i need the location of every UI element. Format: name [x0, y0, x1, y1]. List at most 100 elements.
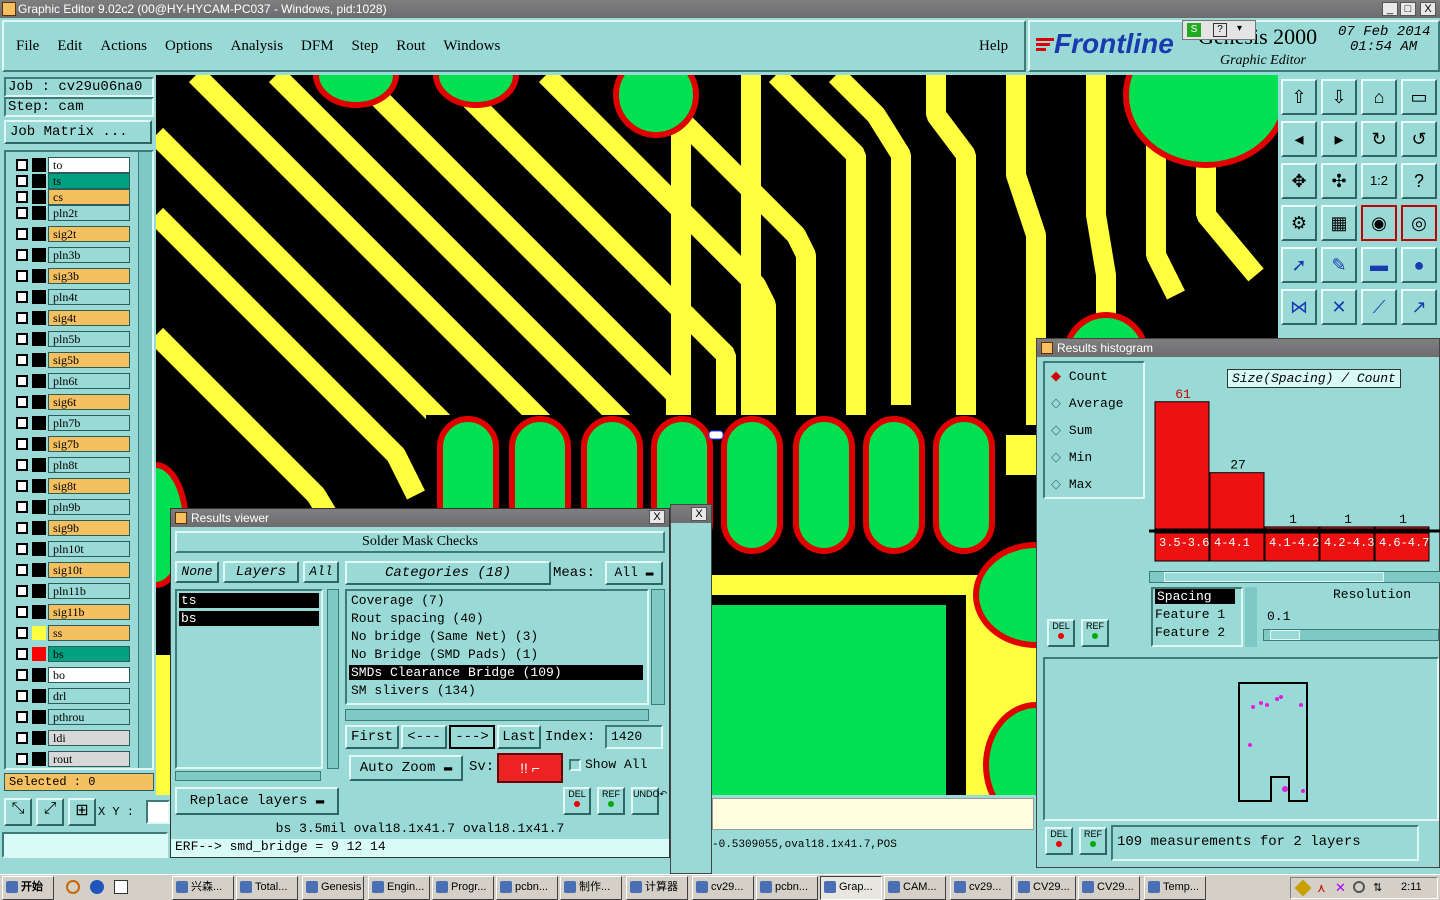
- histogram-ref-button[interactable]: REF: [1081, 619, 1109, 647]
- taskbar-item[interactable]: cv29...: [692, 876, 754, 900]
- category-item[interactable]: No bridge (Same Net) (3): [349, 629, 643, 644]
- results-ref-button[interactable]: REF: [597, 787, 625, 815]
- menu-dfm[interactable]: DFM: [301, 38, 334, 55]
- menu-help[interactable]: Help: [979, 38, 1008, 55]
- layer-row-drl[interactable]: drl: [12, 687, 130, 705]
- tray-icon-2[interactable]: ⋏: [1317, 881, 1326, 895]
- layer-checkbox[interactable]: [16, 522, 28, 534]
- layer-name[interactable]: sig3b: [48, 268, 130, 284]
- layer-name[interactable]: sig10t: [48, 562, 130, 578]
- snap-center-button[interactable]: ◉: [1361, 205, 1397, 241]
- layer-color-swatch[interactable]: [32, 227, 46, 241]
- layer-row-bo[interactable]: bo: [12, 666, 130, 684]
- category-item[interactable]: SMDs Clearance Bridge (109): [349, 665, 643, 680]
- layer-name[interactable]: pln11b: [48, 583, 130, 599]
- browser-icon[interactable]: [90, 880, 104, 894]
- layer-color-swatch[interactable]: [32, 353, 46, 367]
- layer-row-sig3b[interactable]: sig3b: [12, 267, 130, 285]
- layer-name[interactable]: bo: [48, 667, 130, 683]
- taskbar-item[interactable]: 兴森...: [172, 876, 234, 900]
- layer-color-swatch[interactable]: [32, 542, 46, 556]
- layer-checkbox[interactable]: [16, 175, 28, 187]
- layer-checkbox[interactable]: [16, 228, 28, 240]
- start-button[interactable]: 开始: [2, 876, 54, 900]
- layer-checkbox[interactable]: [16, 690, 28, 702]
- layer-row-pln3b[interactable]: pln3b: [12, 246, 130, 264]
- layer-row-sig8t[interactable]: sig8t: [12, 477, 130, 495]
- layer-checkbox[interactable]: [16, 711, 28, 723]
- layer-row-pln5b[interactable]: pln5b: [12, 330, 130, 348]
- layer-row-sig10t[interactable]: sig10t: [12, 561, 130, 579]
- layer-color-swatch[interactable]: [32, 174, 46, 188]
- layer-name[interactable]: pln8t: [48, 457, 130, 473]
- film-button[interactable]: ▬: [1361, 247, 1397, 283]
- layer-row-sig7b[interactable]: sig7b: [12, 435, 130, 453]
- taskbar-item[interactable]: Engin...: [368, 876, 430, 900]
- result-layer-ts[interactable]: ts: [179, 593, 319, 608]
- layer-name[interactable]: ldi: [48, 730, 130, 746]
- results-viewer-close[interactable]: X: [649, 510, 665, 524]
- category-item[interactable]: Rout spacing (40): [349, 611, 643, 626]
- fullscreen-button[interactable]: ▭: [1401, 79, 1437, 115]
- layer-checkbox[interactable]: [16, 191, 28, 203]
- layer-color-swatch[interactable]: [32, 731, 46, 745]
- layer-checkbox[interactable]: [16, 501, 28, 513]
- mode-sum[interactable]: ◇ Sum: [1051, 423, 1092, 438]
- layer-name[interactable]: pln5b: [48, 331, 130, 347]
- scale-1-2-button[interactable]: 1:2: [1361, 163, 1397, 199]
- layer-color-swatch[interactable]: [32, 584, 46, 598]
- mode-count[interactable]: ◆ Count: [1051, 369, 1108, 384]
- zoom-fit-button[interactable]: ⇩: [1321, 79, 1357, 115]
- last-button[interactable]: Last: [497, 725, 541, 749]
- layer-checkbox[interactable]: [16, 627, 28, 639]
- preview-ref-button[interactable]: REF: [1079, 827, 1107, 855]
- layer-row-bs[interactable]: bs: [12, 645, 130, 663]
- resolution-slider[interactable]: [1263, 629, 1439, 641]
- mode-max[interactable]: ◇ Max: [1051, 477, 1092, 492]
- layer-checkbox[interactable]: [16, 459, 28, 471]
- draw-button[interactable]: ✎: [1321, 247, 1357, 283]
- layer-color-swatch[interactable]: [32, 395, 46, 409]
- layer-color-swatch[interactable]: [32, 563, 46, 577]
- layer-checkbox[interactable]: [16, 669, 28, 681]
- layer-color-swatch[interactable]: [32, 437, 46, 451]
- fit-all-button[interactable]: ✥: [1281, 163, 1317, 199]
- layer-color-swatch[interactable]: [32, 689, 46, 703]
- layer-color-swatch[interactable]: [32, 752, 46, 766]
- layer-color-swatch[interactable]: [32, 458, 46, 472]
- layer-name[interactable]: bs: [48, 646, 130, 662]
- histogram-bar[interactable]: [1154, 401, 1210, 530]
- arrow-button[interactable]: ↗: [1401, 289, 1437, 325]
- show-all-checkbox[interactable]: [569, 759, 581, 771]
- layer-row-sig2t[interactable]: sig2t: [12, 225, 130, 243]
- layer-name[interactable]: pthrou: [48, 709, 130, 725]
- layer-color-swatch[interactable]: [32, 605, 46, 619]
- auto-zoom-select[interactable]: Auto Zoom ▬: [349, 755, 463, 781]
- tray-icon-1[interactable]: [1294, 879, 1312, 897]
- menu-windows[interactable]: Windows: [443, 38, 500, 55]
- measure-button[interactable]: ⚙: [1281, 205, 1317, 241]
- layers-all-button[interactable]: All: [303, 561, 339, 583]
- taskbar-item[interactable]: Total...: [236, 876, 298, 900]
- cross-button[interactable]: ✕: [1321, 289, 1357, 325]
- zoom-left-button[interactable]: ◂: [1281, 121, 1317, 157]
- index-field[interactable]: 1420: [605, 725, 663, 749]
- histogram-bar[interactable]: [1264, 526, 1320, 530]
- layer-name[interactable]: pln9b: [48, 499, 130, 515]
- layer-row-sig5b[interactable]: sig5b: [12, 351, 130, 369]
- layer-color-swatch[interactable]: [32, 332, 46, 346]
- layer-name[interactable]: sig8t: [48, 478, 130, 494]
- grid-tool-button[interactable]: ⊞: [68, 798, 96, 826]
- s-icon[interactable]: S: [1187, 23, 1201, 37]
- command-field[interactable]: [2, 832, 168, 858]
- layer-color-swatch[interactable]: [32, 269, 46, 283]
- layer-color-swatch[interactable]: [32, 710, 46, 724]
- taskbar-item[interactable]: pcbn...: [496, 876, 558, 900]
- layer-name[interactable]: drl: [48, 688, 130, 704]
- tray-icon-3[interactable]: [1353, 881, 1365, 893]
- layer-color-swatch[interactable]: [32, 647, 46, 661]
- layer-row-pln4t[interactable]: pln4t: [12, 288, 130, 306]
- field-feature-1[interactable]: Feature 1: [1155, 607, 1225, 622]
- layer-color-swatch[interactable]: [32, 248, 46, 262]
- tray-close-icon[interactable]: ✕: [1335, 880, 1346, 896]
